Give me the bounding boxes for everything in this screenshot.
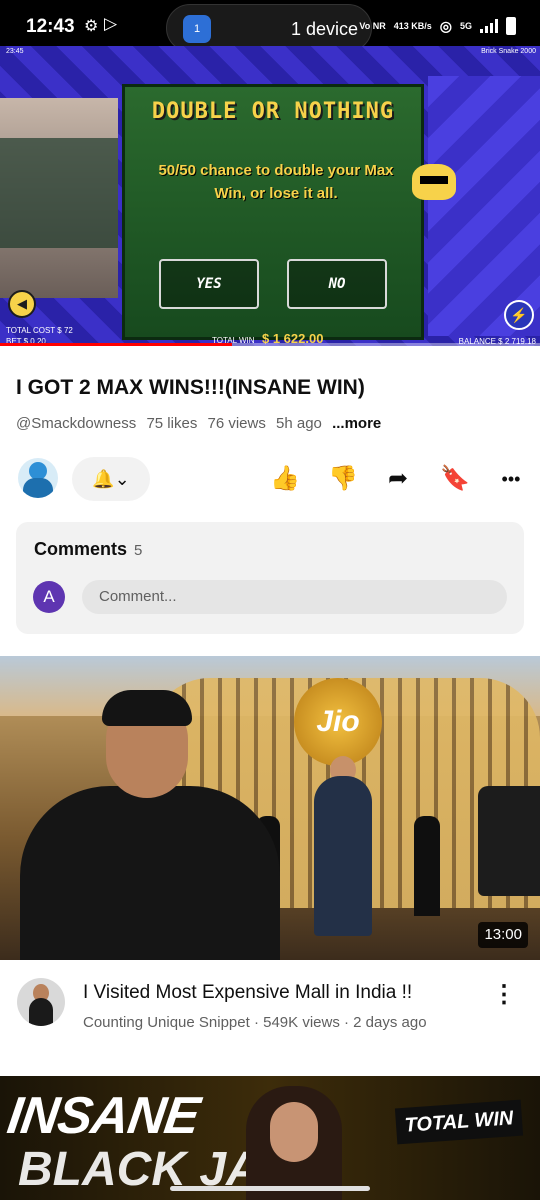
bolt-icon: ⚡: [504, 300, 534, 330]
status-indicators: Vo NR 413 KB/s ◎ 5G: [359, 17, 516, 35]
more-link[interactable]: ...more: [332, 415, 381, 432]
total-cost: TOTAL COST $ 72: [6, 326, 73, 335]
recommended-info[interactable]: I Visited Most Expensive Mall in India !…: [0, 976, 540, 1036]
notification-bell-button[interactable]: 🔔⌄: [72, 457, 150, 501]
recommended-title[interactable]: I Visited Most Expensive Mall in India !…: [83, 982, 412, 1004]
cast-pill[interactable]: 1 1 device: [166, 4, 372, 52]
game-background: [428, 76, 540, 336]
game-yes-button: YES: [159, 259, 259, 309]
comments-count: 5: [134, 542, 143, 559]
more-actions-icon[interactable]: •••: [494, 462, 528, 496]
share-icon[interactable]: ➦: [381, 462, 415, 496]
video-duration: 13:00: [478, 922, 528, 948]
home-indicator[interactable]: [170, 1186, 370, 1191]
jio-logo: Jio: [294, 678, 382, 766]
network-speed: 413 KB/s: [393, 21, 432, 31]
details-sheet: [0, 346, 540, 360]
view-count: 76 views: [207, 415, 266, 432]
video-meta[interactable]: @Smackdowness 75 likes 76 views 5h ago .…: [16, 415, 387, 432]
channel-avatar[interactable]: [18, 458, 58, 498]
thumb-insane-text: INSANE: [3, 1087, 203, 1145]
streamer-cam: [0, 98, 118, 298]
skull-icon: [412, 164, 456, 200]
like-count: 75 likes: [146, 415, 198, 432]
upload-age: 5h ago: [276, 415, 322, 432]
battery-icon: [506, 17, 516, 35]
volume-icon: ◀: [8, 290, 36, 318]
status-time: 12:43: [26, 16, 75, 37]
recommended-channel-avatar[interactable]: [17, 978, 65, 1026]
overlay-game: Brick Snake 2000: [481, 48, 536, 55]
dislike-icon[interactable]: 👎: [326, 462, 360, 496]
signal-icon: [480, 19, 498, 33]
next-thumbnail[interactable]: INSANE BLACK JACK TOTAL WIN: [0, 1076, 540, 1200]
game-dialog: DOUBLE OR NOTHING 50/50 chance to double…: [122, 84, 424, 340]
thumb-total-win-text: TOTAL WIN: [394, 1099, 524, 1145]
action-row: 🔔⌄ 👍 👎 ➦ 🔖 •••: [0, 456, 540, 502]
game-no-button: NO: [287, 259, 387, 309]
recommended-thumbnail[interactable]: Jio: [0, 656, 540, 960]
kebab-menu-icon[interactable]: ⋮: [492, 982, 516, 1012]
hotspot-icon: ◎: [439, 17, 452, 34]
recommended-meta: Counting Unique Snippet · 549K views · 2…: [83, 1014, 427, 1031]
save-icon[interactable]: 🔖: [438, 462, 472, 496]
video-title[interactable]: I GOT 2 MAX WINS!!!(INSANE WIN): [16, 376, 365, 400]
like-icon[interactable]: 👍: [268, 462, 302, 496]
cast-icon: 1: [183, 15, 211, 43]
game-subtitle: 50/50 chance to double your Max Win, or …: [158, 162, 394, 202]
video-player[interactable]: 23:45 Brick Snake 2000 DOUBLE OR NOTHING…: [0, 46, 540, 346]
status-bar: 12:43 ⚙ ▷ 1 1 device Vo NR 413 KB/s ◎ 5G: [0, 0, 540, 52]
comments-title: Comments: [34, 539, 128, 559]
car: [478, 786, 540, 896]
presenter: [20, 786, 280, 960]
device-label: 1 device: [291, 19, 359, 39]
user-avatar: A: [33, 581, 65, 613]
comment-input[interactable]: Comment...: [82, 580, 507, 614]
channel-handle[interactable]: @Smackdowness: [16, 415, 136, 432]
overlay-time: 23:45: [6, 48, 24, 55]
network-type: Vo NR: [359, 21, 386, 31]
game-title: DOUBLE OR NOTHING: [151, 99, 395, 124]
signal-label: 5G: [459, 21, 472, 31]
play-store-icon: ▷: [104, 14, 118, 33]
comments-card[interactable]: Comments 5 A Comment...: [16, 522, 524, 634]
gear-icon: ⚙: [84, 18, 99, 35]
walking-man: [314, 776, 372, 936]
